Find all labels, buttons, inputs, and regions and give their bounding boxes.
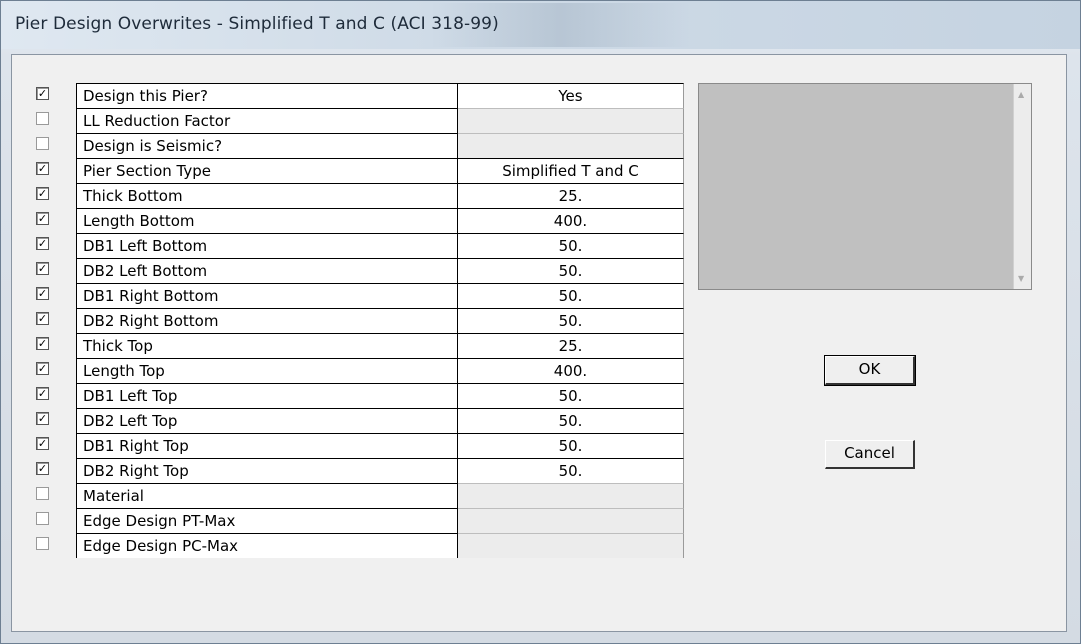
overwrite-checkbox[interactable] — [36, 537, 49, 550]
item-value[interactable]: 50. — [458, 258, 684, 283]
item-value[interactable]: 50. — [458, 383, 684, 408]
item-value[interactable]: 50. — [458, 433, 684, 458]
checkmark-icon: ✓ — [37, 362, 48, 375]
ok-button[interactable]: OK — [824, 355, 916, 386]
scroll-up-arrow-icon[interactable]: ▲ — [1018, 90, 1024, 99]
overwrite-checkbox[interactable]: ✓ — [36, 462, 49, 475]
item-value[interactable]: Simplified T and C — [458, 158, 684, 183]
item-label: DB2 Right Top — [76, 458, 458, 483]
item-value[interactable]: 50. — [458, 283, 684, 308]
checkmark-icon: ✓ — [37, 437, 48, 450]
item-value[interactable]: 50. — [458, 308, 684, 333]
item-label: Thick Top — [76, 333, 458, 358]
item-label: Edge Design PT-Max — [76, 508, 458, 533]
item-label: DB1 Left Bottom — [76, 233, 458, 258]
item-label: LL Reduction Factor — [76, 108, 458, 133]
overwrite-checkbox[interactable]: ✓ — [36, 412, 49, 425]
item-value[interactable]: 25. — [458, 333, 684, 358]
item-value[interactable]: Yes — [458, 83, 684, 108]
item-label: DB2 Left Top — [76, 408, 458, 433]
item-value — [458, 108, 684, 133]
checkmark-icon: ✓ — [37, 237, 48, 250]
checkmark-icon: ✓ — [37, 387, 48, 400]
overwrite-checkbox[interactable] — [36, 137, 49, 150]
overwrite-checkbox[interactable] — [36, 487, 49, 500]
item-value[interactable]: 25. — [458, 183, 684, 208]
item-label: Design this Pier? — [76, 83, 458, 108]
checkmark-icon: ✓ — [37, 162, 48, 175]
overwrite-checkbox[interactable] — [36, 512, 49, 525]
overwrite-checkbox[interactable]: ✓ — [36, 387, 49, 400]
item-label: DB2 Right Bottom — [76, 308, 458, 333]
item-label: Length Bottom — [76, 208, 458, 233]
section-preview-panel: ▲ ▼ — [698, 83, 1032, 290]
item-label: DB1 Right Bottom — [76, 283, 458, 308]
item-label: DB1 Right Top — [76, 433, 458, 458]
overwrite-checkbox[interactable]: ✓ — [36, 287, 49, 300]
item-value[interactable]: 50. — [458, 408, 684, 433]
dialog-window: Pier Design Overwrites - Simplified T an… — [0, 0, 1081, 644]
overwrite-checkbox[interactable]: ✓ — [36, 187, 49, 200]
overwrite-checkbox[interactable] — [36, 112, 49, 125]
item-value[interactable]: 50. — [458, 233, 684, 258]
cancel-button[interactable]: Cancel — [825, 440, 915, 469]
overwrite-checkbox[interactable]: ✓ — [36, 362, 49, 375]
item-label: Design is Seismic? — [76, 133, 458, 158]
checkmark-icon: ✓ — [37, 262, 48, 275]
item-value[interactable]: 50. — [458, 458, 684, 483]
dialog-client-area: ✓ Design this Pier? Yes LL Reduction Factor… — [11, 54, 1067, 632]
checkmark-icon: ✓ — [37, 287, 48, 300]
overwrite-checkbox[interactable]: ✓ — [36, 312, 49, 325]
item-value[interactable]: 400. — [458, 358, 684, 383]
item-label: Length Top — [76, 358, 458, 383]
item-label: Thick Bottom — [76, 183, 458, 208]
item-value — [458, 533, 684, 558]
checkmark-icon: ✓ — [37, 462, 48, 475]
item-value — [458, 133, 684, 158]
item-value — [458, 483, 684, 508]
item-value[interactable]: 400. — [458, 208, 684, 233]
overwrite-checkbox[interactable]: ✓ — [36, 262, 49, 275]
checkmark-icon: ✓ — [37, 412, 48, 425]
scroll-down-arrow-icon[interactable]: ▼ — [1018, 274, 1024, 283]
checkmark-icon: ✓ — [37, 337, 48, 350]
item-value — [458, 508, 684, 533]
checkmark-icon: ✓ — [37, 312, 48, 325]
overwrite-checkbox[interactable]: ✓ — [36, 337, 49, 350]
overwrite-checkbox[interactable]: ✓ — [36, 237, 49, 250]
checkmark-icon: ✓ — [37, 187, 48, 200]
overwrite-checkbox[interactable]: ✓ — [36, 87, 49, 100]
item-label: DB1 Left Top — [76, 383, 458, 408]
title-bar[interactable]: Pier Design Overwrites - Simplified T an… — [1, 1, 1080, 49]
item-label: Edge Design PC-Max — [76, 533, 458, 558]
preview-scrollbar[interactable]: ▲ ▼ — [1013, 84, 1031, 289]
item-label: Pier Section Type — [76, 158, 458, 183]
checkmark-icon: ✓ — [37, 212, 48, 225]
overwrite-checkbox[interactable]: ✓ — [36, 212, 49, 225]
overwrite-checkbox[interactable]: ✓ — [36, 437, 49, 450]
item-label: Material — [76, 483, 458, 508]
window-title: Pier Design Overwrites - Simplified T an… — [15, 14, 499, 34]
item-label: DB2 Left Bottom — [76, 258, 458, 283]
overwrite-checkbox[interactable]: ✓ — [36, 162, 49, 175]
checkmark-icon: ✓ — [37, 87, 48, 100]
